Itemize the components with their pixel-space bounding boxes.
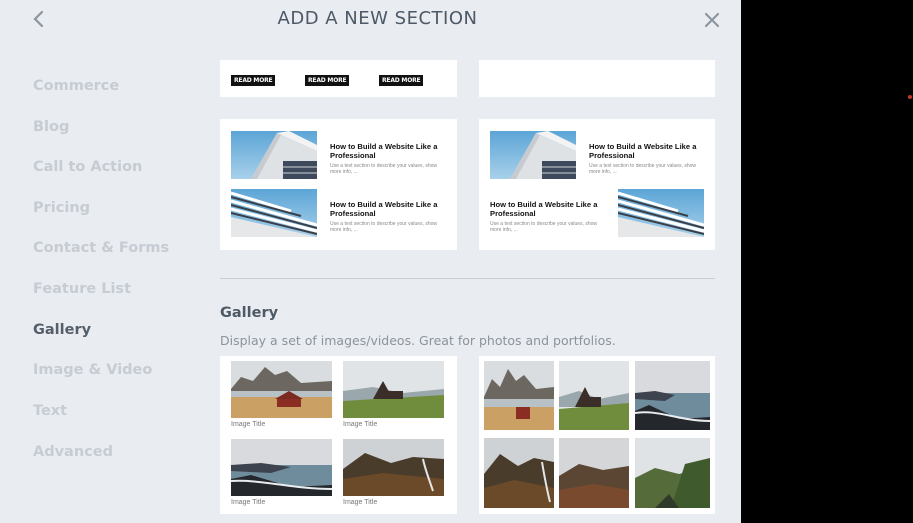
post-title: How to Build a Website Like a Profession…	[330, 142, 438, 160]
sidebar-item-pricing[interactable]: Pricing	[33, 200, 90, 216]
post-description: Use a text section to describe your valu…	[330, 221, 437, 233]
valley-image	[484, 438, 554, 508]
image-title: Image Title	[231, 421, 266, 428]
post-description: Use a text section to describe your valu…	[589, 163, 696, 175]
image-title: Image Title	[343, 421, 378, 428]
section-divider	[220, 278, 715, 279]
cursor-dot	[908, 95, 912, 99]
sidebar-item-commerce[interactable]: Commerce	[33, 78, 119, 94]
close-icon	[704, 12, 720, 28]
hill-cabin-image	[559, 361, 629, 430]
green-hill-image	[635, 438, 710, 508]
preview-background	[741, 0, 913, 523]
valley-image	[343, 439, 444, 496]
read-more-button: READ MORE	[379, 75, 424, 86]
building-image	[490, 131, 576, 179]
read-more-button: READ MORE	[305, 75, 350, 86]
building-image	[231, 131, 317, 179]
coast-image	[635, 361, 710, 430]
building-image	[618, 189, 704, 237]
close-button[interactable]	[702, 10, 722, 30]
read-more-button: READ MORE	[231, 75, 276, 86]
image-title: Image Title	[231, 499, 266, 506]
post-title: How to Build a Website Like a Profession…	[330, 200, 438, 218]
page-title: ADD A NEW SECTION	[277, 8, 478, 29]
building-image	[231, 189, 317, 237]
sidebar-item-advanced[interactable]: Advanced	[33, 444, 113, 460]
post-description: Use a text section to describe your valu…	[490, 221, 597, 233]
sidebar-item-feature-list[interactable]: Feature List	[33, 281, 131, 297]
gallery-heading: Gallery	[220, 305, 279, 321]
image-title: Image Title	[343, 499, 378, 506]
sidebar-item-gallery[interactable]: Gallery	[33, 322, 91, 338]
sidebar-item-contact-forms[interactable]: Contact & Forms	[33, 240, 169, 256]
mountain-cabin-image	[484, 361, 554, 430]
sidebar-item-image-video[interactable]: Image & Video	[33, 362, 152, 378]
valley-image	[559, 438, 629, 508]
add-section-panel: ADD A NEW SECTION Commerce Blog Call to …	[0, 0, 741, 523]
mountain-cabin-image	[231, 361, 332, 418]
sidebar-item-text[interactable]: Text	[33, 403, 67, 419]
post-title: How to Build a Website Like a Profession…	[490, 200, 598, 218]
post-description: Use a text section to describe your valu…	[330, 163, 437, 175]
blog-template-card[interactable]	[479, 60, 715, 97]
coast-image	[231, 439, 332, 496]
gallery-description: Display a set of images/videos. Great fo…	[220, 333, 616, 348]
sidebar-item-blog[interactable]: Blog	[33, 119, 69, 135]
post-title: How to Build a Website Like a Profession…	[589, 142, 697, 160]
hill-cabin-image	[343, 361, 444, 418]
sidebar-item-call-to-action[interactable]: Call to Action	[33, 159, 142, 175]
